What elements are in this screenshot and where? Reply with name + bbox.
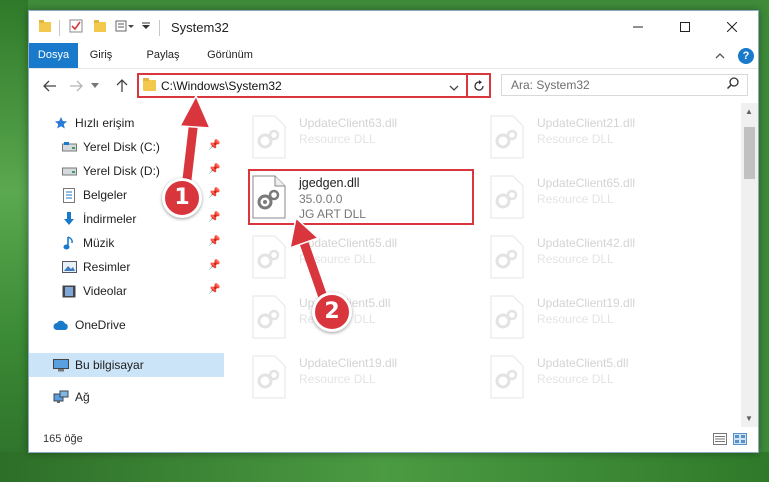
annotation-arrows	[178, 94, 329, 305]
step-badge-2: 2	[312, 292, 352, 332]
step-badge-1: 1	[162, 178, 202, 218]
